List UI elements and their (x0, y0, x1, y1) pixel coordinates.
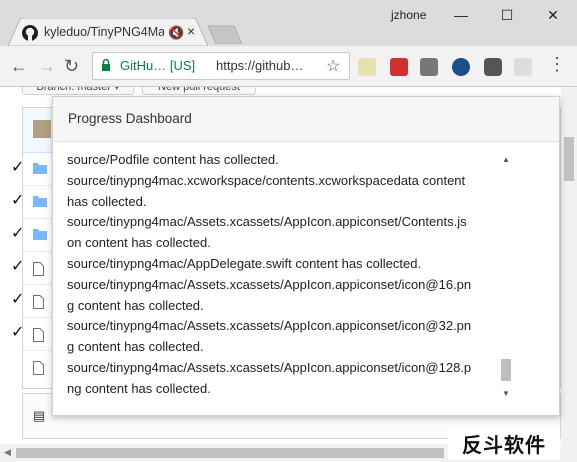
close-window-button[interactable]: ✕ (538, 4, 568, 26)
extension-glasses-icon[interactable] (514, 58, 532, 76)
extension-gray-icon[interactable] (420, 58, 438, 76)
file-icon (33, 361, 44, 375)
watermark-logo: 反斗软件 (448, 430, 560, 460)
browser-toolbar: ← → ↻ GitHu… [US] https://github… ☆ ⋮ (0, 46, 577, 87)
folder-icon (33, 163, 47, 174)
file-icon (33, 295, 44, 309)
log-line: g content has collected. (67, 339, 204, 355)
book-icon: ▤ (33, 408, 46, 423)
bookmark-star-icon[interactable]: ☆ (326, 56, 340, 76)
scroll-thumb[interactable] (16, 448, 444, 458)
forward-icon[interactable]: → (38, 56, 56, 77)
address-bar[interactable]: GitHu… [US] https://github… ☆ (92, 52, 350, 80)
checkmark-icon: ✓ (11, 291, 25, 308)
new-pull-request-button[interactable]: New pull request (142, 87, 256, 95)
log-line: source/Podfile content has collected. (67, 152, 279, 167)
file-icon (33, 328, 44, 342)
back-icon[interactable]: ← (10, 56, 28, 77)
log-line: source/tinypng4mac/Assets.xcassets/AppIc… (67, 318, 472, 334)
tab-close-icon[interactable]: × (187, 23, 195, 39)
browser-tab[interactable]: kyleduo/TinyPNG4Ma 🔇 × (8, 18, 208, 46)
tab-title: kyleduo/TinyPNG4Ma (44, 25, 164, 39)
log-line: on content has collected. (67, 235, 211, 251)
github-icon (22, 25, 38, 41)
log-line: source/tinypng4mac/Assets.xcassets/AppIc… (67, 276, 472, 292)
log-line: g content has collected. (67, 297, 204, 313)
log-scrollbar[interactable]: ▲ ▼ (498, 153, 514, 401)
progress-log: source/Podfile content has collected. so… (67, 150, 531, 402)
branch-select-button[interactable]: Branch: master ▾ (22, 87, 134, 95)
log-line: has collected. (67, 193, 147, 209)
maximize-button[interactable]: ☐ (492, 4, 522, 26)
log-line: source/tinypng4mac/Assets.xcassets/AppIc… (67, 359, 472, 375)
dialog-title: Progress Dashboard (68, 111, 192, 126)
lock-icon (102, 59, 110, 71)
pocket-icon[interactable] (484, 58, 502, 76)
log-line: ng content has collected. (67, 380, 211, 396)
extension-blue-icon[interactable] (452, 58, 470, 76)
checkmark-icon: ✓ (11, 258, 25, 275)
folder-icon (33, 196, 47, 207)
log-line: source/tinypng4mac/AppDelegate.swift con… (67, 255, 422, 271)
url-text[interactable]: https://github… (216, 58, 303, 73)
extension-red-icon[interactable] (390, 58, 408, 76)
mute-tab-extension-icon[interactable] (358, 58, 376, 76)
tab-mute-icon[interactable]: 🔇 (168, 25, 184, 41)
minimize-button[interactable]: — (446, 4, 476, 26)
file-icon (33, 262, 44, 276)
page-vertical-scrollbar[interactable] (561, 87, 577, 444)
checkmark-icon: ✓ (11, 324, 25, 341)
checkmark-icon: ✓ (11, 192, 25, 209)
log-scroll-thumb[interactable] (501, 359, 511, 381)
avatar[interactable] (33, 120, 51, 138)
window-titlebar: kyleduo/TinyPNG4Ma 🔇 × jzhone — ☐ ✕ (0, 0, 577, 46)
scroll-up-icon[interactable]: ▲ (502, 155, 510, 164)
dialog-header: Progress Dashboard (53, 97, 559, 142)
log-line: source/tinypng4mac/Assets.xcassets/AppIc… (67, 214, 467, 230)
site-identity[interactable]: GitHu… [US] (120, 58, 195, 73)
reload-icon[interactable]: ↻ (64, 56, 79, 77)
scroll-thumb[interactable] (564, 137, 574, 181)
scroll-down-icon[interactable]: ▼ (502, 389, 510, 398)
new-tab-button[interactable] (208, 24, 244, 44)
profile-name[interactable]: jzhone (391, 8, 426, 22)
scroll-left-icon[interactable]: ◀ (4, 447, 11, 458)
checkmark-icon: ✓ (11, 225, 25, 242)
progress-dashboard-dialog: Progress Dashboard source/Podfile conten… (52, 96, 560, 416)
folder-icon (33, 229, 47, 240)
log-line: source/tinypng4mac.xcworkspace/contents.… (67, 172, 466, 188)
menu-icon[interactable]: ⋮ (548, 54, 566, 75)
checkmark-icon: ✓ (11, 159, 25, 176)
